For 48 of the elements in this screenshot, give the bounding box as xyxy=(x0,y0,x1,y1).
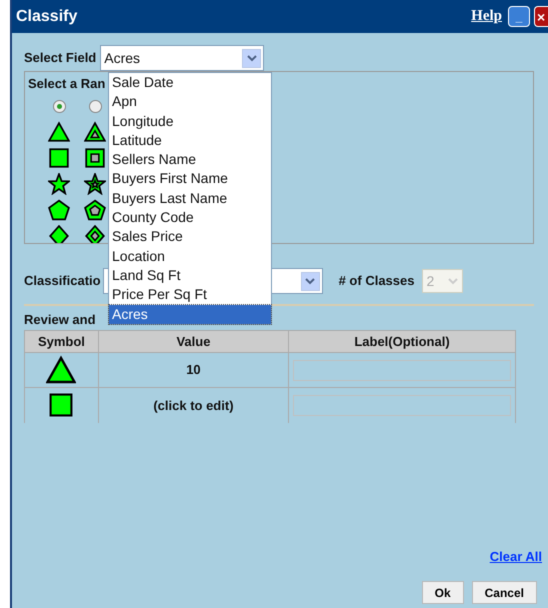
selected-value: Acres xyxy=(104,48,140,68)
triangle-icon xyxy=(84,120,106,142)
column-header: Value xyxy=(98,330,289,352)
close-button[interactable]: × xyxy=(534,6,548,27)
radio-button[interactable] xyxy=(88,100,102,112)
square-icon xyxy=(84,146,106,168)
cancel-button[interactable]: Cancel xyxy=(472,581,537,604)
dropdown-option[interactable]: Sellers Name xyxy=(109,150,271,170)
classes-label: # of Classes xyxy=(338,272,414,290)
pentagon-icon xyxy=(84,198,106,220)
panel-title: Select a Ran xyxy=(28,76,106,91)
window-title: Classify xyxy=(16,6,78,26)
star-icon xyxy=(84,172,106,194)
column-header: Label(Optional) xyxy=(288,330,516,352)
dropdown-option[interactable]: Land Sq Ft xyxy=(109,266,271,286)
triangle-icon xyxy=(48,120,70,142)
square-icon xyxy=(48,146,70,168)
minimize-button[interactable]: _ xyxy=(508,6,530,27)
select-field-dropdown[interactable]: Acres xyxy=(100,45,264,71)
dropdown-option[interactable]: Buyers Last Name xyxy=(109,188,271,208)
clear-all-link[interactable]: Clear All xyxy=(490,546,542,566)
square-icon xyxy=(48,392,74,418)
dropdown-option[interactable]: Sales Price xyxy=(109,227,271,247)
ok-button[interactable]: Ok xyxy=(422,581,464,604)
value-cell[interactable]: (click to edit) xyxy=(98,388,289,422)
dropdown-option[interactable]: Price Per Sq Ft xyxy=(109,285,271,305)
column-header: Symbol xyxy=(24,330,98,352)
dropdown-option[interactable]: Latitude xyxy=(109,130,271,150)
diamond-icon xyxy=(48,224,70,243)
dropdown-option[interactable]: Location xyxy=(109,246,271,266)
star-icon xyxy=(48,172,70,194)
dropdown-option[interactable]: Sale Date xyxy=(109,73,271,92)
dropdown-option[interactable]: County Code xyxy=(109,208,271,228)
label-field[interactable] xyxy=(293,360,511,380)
triangle-icon xyxy=(46,355,76,385)
classification-label: Classificatio xyxy=(24,272,101,290)
dropdown-option[interactable]: Acres xyxy=(109,304,271,324)
help-link[interactable]: Help xyxy=(471,5,502,28)
pentagon-icon xyxy=(48,198,70,220)
diamond-icon xyxy=(84,224,106,243)
review-title: Review and xyxy=(24,312,96,327)
field-label: Select Field xyxy=(24,48,96,66)
label-field[interactable] xyxy=(293,394,511,416)
radio-button[interactable] xyxy=(52,100,66,112)
dropdown-option[interactable]: Longitude xyxy=(109,112,271,131)
selected-value: 2 xyxy=(426,272,434,290)
dropdown-option[interactable]: Buyers First Name xyxy=(109,169,271,189)
dropdown-option[interactable]: Apn xyxy=(109,92,271,112)
